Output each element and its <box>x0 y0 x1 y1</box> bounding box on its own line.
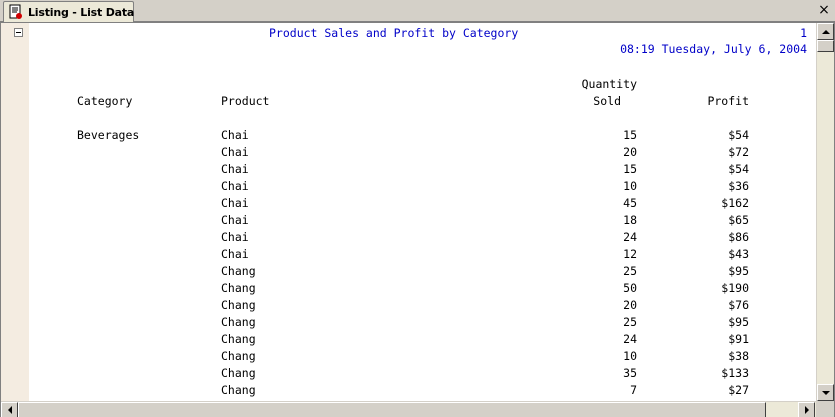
arrow-up-icon <box>821 29 830 34</box>
row-profit: $36 <box>728 179 749 193</box>
row-profit: $54 <box>728 128 749 142</box>
horizontal-scrollbar[interactable] <box>1 401 816 417</box>
row-profit: $72 <box>728 145 749 159</box>
header-quantity-line2: Sold <box>593 94 621 108</box>
row-product: Chang <box>221 264 256 278</box>
row-quantity: 50 <box>623 281 637 295</box>
listing-window: Product Sales and Profit by Category 1 0… <box>0 22 835 417</box>
tab-label: Listing - List Data <box>28 5 135 19</box>
scroll-down-button[interactable] <box>817 384 834 401</box>
collapse-icon[interactable] <box>14 28 23 37</box>
close-icon[interactable]: × <box>817 3 831 17</box>
row-quantity: 12 <box>623 247 637 261</box>
horizontal-scroll-thumb[interactable] <box>18 402 766 417</box>
row-profit: $162 <box>721 196 749 210</box>
row-profit: $190 <box>721 281 749 295</box>
tab-listing-list-data[interactable]: Listing - List Data <box>3 1 134 22</box>
report-datetime: 08:19 Tuesday, July 6, 2004 <box>620 42 807 56</box>
row-profit: $91 <box>728 332 749 346</box>
vertical-scrollbar[interactable] <box>816 23 834 401</box>
row-quantity: 20 <box>623 298 637 312</box>
arrow-right-icon <box>804 406 809 414</box>
row-quantity: 15 <box>623 162 637 176</box>
row-product: Chai <box>221 128 249 142</box>
arrow-down-icon <box>821 390 830 395</box>
page-number: 1 <box>800 26 807 40</box>
row-quantity: 10 <box>623 179 637 193</box>
row-product: Chang <box>221 332 256 346</box>
row-product: Chang <box>221 315 256 329</box>
row-quantity: 25 <box>623 264 637 278</box>
arrow-left-icon <box>7 406 12 414</box>
vertical-scroll-thumb[interactable] <box>817 40 834 52</box>
row-product: Chang <box>221 281 256 295</box>
row-quantity: 7 <box>630 383 637 397</box>
scroll-up-button[interactable] <box>817 23 834 40</box>
row-product: Chai <box>221 230 249 244</box>
row-quantity: 24 <box>623 332 637 346</box>
category-value: Beverages <box>77 128 140 142</box>
row-profit: $54 <box>728 162 749 176</box>
row-quantity: 24 <box>623 230 637 244</box>
row-quantity: 10 <box>623 349 637 363</box>
row-profit: $133 <box>721 366 749 380</box>
report-title: Product Sales and Profit by Category <box>269 26 519 40</box>
row-product: Chai <box>221 162 249 176</box>
row-quantity: 18 <box>623 213 637 227</box>
listing-document-icon <box>8 4 24 20</box>
row-product: Chai <box>221 196 249 210</box>
header-profit: Profit <box>707 94 749 108</box>
row-quantity: 45 <box>623 196 637 210</box>
row-profit: $38 <box>728 349 749 363</box>
scroll-right-button[interactable] <box>798 402 815 417</box>
outline-gutter <box>1 23 29 401</box>
row-product: Chang <box>221 298 256 312</box>
row-product: Chai <box>221 145 249 159</box>
row-quantity: 15 <box>623 128 637 142</box>
header-product: Product <box>221 94 270 108</box>
row-profit: $43 <box>728 247 749 261</box>
tab-strip: Listing - List Data × <box>0 0 835 22</box>
row-profit: $86 <box>728 230 749 244</box>
row-product: Chang <box>221 383 256 397</box>
header-category: Category <box>77 94 133 108</box>
row-product: Chang <box>221 366 256 380</box>
scrollbar-corner <box>816 401 834 417</box>
row-profit: $95 <box>728 264 749 278</box>
row-product: Chai <box>221 247 249 261</box>
row-product: Chang <box>221 349 256 363</box>
row-profit: $65 <box>728 213 749 227</box>
row-product: Chai <box>221 213 249 227</box>
row-profit: $27 <box>728 383 749 397</box>
row-quantity: 35 <box>623 366 637 380</box>
row-quantity: 25 <box>623 315 637 329</box>
listing-output: Product Sales and Profit by Category 1 0… <box>29 23 815 401</box>
row-profit: $76 <box>728 298 749 312</box>
row-product: Chai <box>221 179 249 193</box>
scroll-left-button[interactable] <box>1 402 18 417</box>
row-quantity: 20 <box>623 145 637 159</box>
row-profit: $95 <box>728 315 749 329</box>
header-quantity-line1: Quantity <box>581 77 637 91</box>
